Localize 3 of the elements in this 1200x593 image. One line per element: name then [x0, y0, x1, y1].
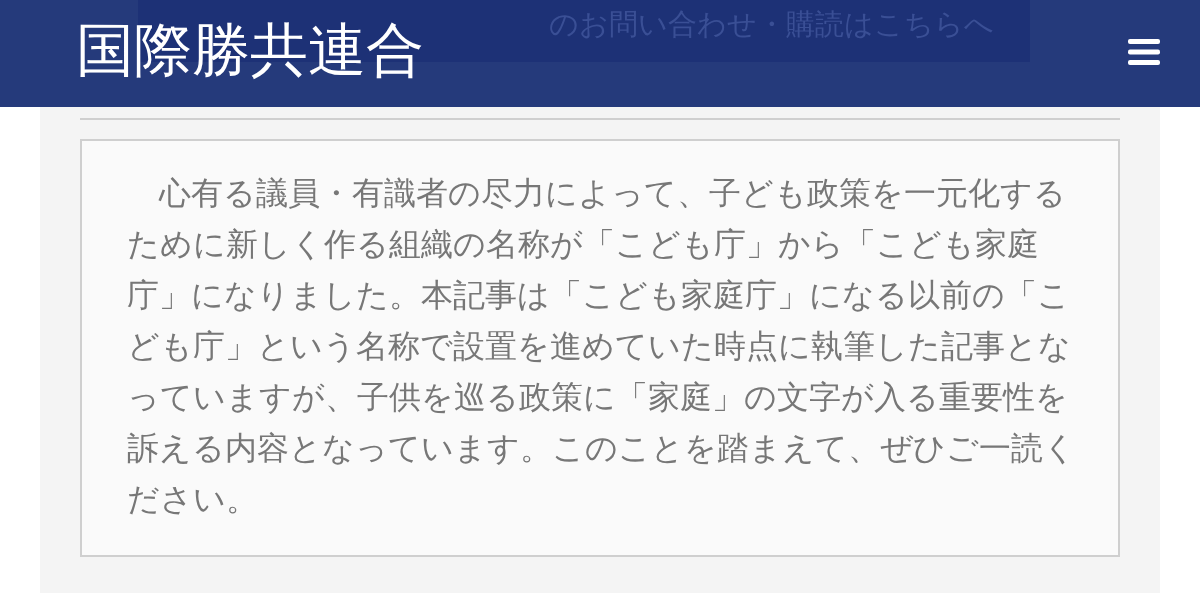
notice-text: 心有る議員・有識者の尽力によって、子ども政策を一元化するために新しく作る組織の名称が「こども庁」から「こども家庭庁」になりました。本記事は「こども家庭庁」になる以前の「こども庁」という名称で設置を進めていた時点に執筆した記事となっていますが、子供を巡る政策に「家庭」の文字が入る重要性を訴える内容となっています。このことを踏まえて、ぜひご一読ください。 [127, 173, 1077, 520]
menu-icon[interactable] [1128, 38, 1160, 66]
site-logo[interactable]: 国際勝共連合 [76, 10, 424, 90]
